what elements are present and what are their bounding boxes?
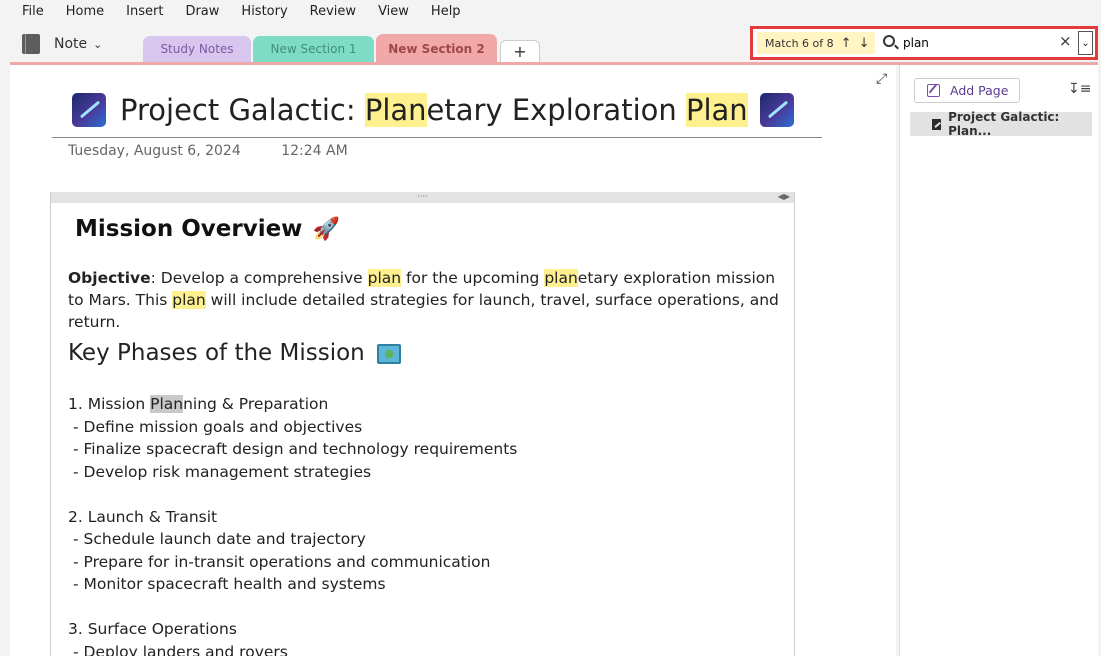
map-icon (376, 343, 401, 364)
page-datetime: Tuesday, August 6, 2024 12:24 AM (68, 143, 348, 159)
menu-bar: File Home Insert Draw History Review Vie… (0, 0, 1101, 22)
galaxy-icon (759, 93, 794, 127)
search-highlight: Plan (364, 93, 427, 127)
menu-home[interactable]: Home (55, 4, 115, 19)
search-highlight: plan (172, 291, 206, 309)
note-drag-handle[interactable]: ···· ◀▶ (51, 192, 794, 203)
text: ning & Preparation (183, 395, 329, 413)
drag-handle-icon: ···· (417, 192, 428, 201)
notebook-selector[interactable]: Note ⌄ (22, 34, 102, 54)
list-item: - Schedule launch date and trajectory (73, 530, 366, 548)
menu-insert[interactable]: Insert (115, 4, 174, 19)
match-count: Match 6 of 8 (765, 36, 834, 50)
list-item: - Develop risk management strategies (73, 462, 372, 481)
current-match-highlight: Plan (150, 395, 184, 413)
list-item: - Deploy landers and rovers (73, 642, 288, 656)
rocket-icon: 🚀 (312, 217, 340, 242)
list-item: 1. Mission Planning & Preparation (68, 393, 517, 416)
page-canvas[interactable]: ⤢ Project Galactic: Plan etary Explorati… (10, 65, 896, 656)
menu-file[interactable]: File (0, 4, 55, 19)
add-section-button[interactable]: + (500, 40, 540, 62)
list-item: 3. Surface Operations (68, 620, 237, 638)
next-match-icon[interactable]: ↓ (859, 36, 870, 51)
list-item: - Monitor spacecraft health and systems (73, 575, 386, 593)
mission-heading: Mission Overview 🚀 (75, 216, 340, 242)
search-highlight: plan (544, 269, 578, 287)
objective-paragraph: Objective: Develop a comprehensive plan … (68, 267, 788, 333)
text: 1. Mission (68, 395, 151, 413)
page-date: Tuesday, August 6, 2024 (68, 143, 241, 159)
phases-list: 1. Mission Planning & Preparation - Defi… (68, 393, 517, 656)
page-time: 12:24 AM (281, 143, 348, 159)
page-list-item-label: Project Galactic: Plan... (948, 110, 1060, 138)
clear-search-icon[interactable]: × (1059, 32, 1072, 50)
title-text-1: Project Galactic: (120, 93, 365, 127)
match-indicator: Match 6 of 8 ↑ ↓ (757, 32, 875, 54)
mission-heading-text: Mission Overview (75, 216, 303, 242)
tab-study-notes[interactable]: Study Notes (143, 36, 251, 62)
expand-icon[interactable]: ⤢ (876, 71, 887, 87)
list-item: 2. Launch & Transit (68, 507, 218, 526)
list-item: - Define mission goals and objectives (73, 417, 363, 436)
previous-match-icon[interactable]: ↑ (841, 36, 852, 51)
title-divider (52, 137, 822, 138)
page-title[interactable]: Project Galactic: Plan etary Exploration… (72, 93, 794, 127)
chevron-down-icon: ⌄ (93, 37, 103, 51)
text: for the upcoming (401, 269, 545, 287)
menu-history[interactable]: History (230, 4, 298, 19)
tab-new-section-2[interactable]: New Section 2 (376, 34, 497, 64)
sort-icon[interactable]: ↧≡ (1068, 81, 1091, 97)
notebook-icon (22, 34, 40, 54)
page-list-item[interactable]: Project Galactic: Plan... (910, 110, 1092, 138)
search-bar: Match 6 of 8 ↑ ↓ × ⌄ (750, 26, 1098, 60)
add-page-button[interactable]: Add Page (914, 78, 1020, 103)
note-container[interactable]: ···· ◀▶ Mission Overview 🚀 Objective: Dev… (50, 192, 795, 656)
list-item: - Finalize spacecraft design and technol… (73, 440, 518, 458)
phases-heading-text: Key Phases of the Mission (68, 340, 365, 366)
pages-panel: Add Page ↧≡ Project Galactic: Plan... (899, 65, 1098, 656)
search-highlight: plan (367, 269, 402, 287)
search-icon (883, 35, 895, 47)
search-input[interactable] (903, 32, 1053, 54)
phases-heading: Key Phases of the Mission (68, 340, 401, 366)
menu-review[interactable]: Review (299, 4, 367, 19)
galaxy-icon (72, 93, 106, 127)
menu-help[interactable]: Help (420, 4, 472, 19)
text: : Develop a comprehensive (150, 269, 368, 287)
objective-label: Objective (68, 269, 151, 287)
notebook-label: Note (54, 36, 88, 52)
menu-view[interactable]: View (367, 4, 420, 19)
title-text-2: etary Exploration (426, 93, 686, 127)
tab-new-section-1[interactable]: New Section 1 (253, 36, 374, 62)
search-scope-dropdown[interactable]: ⌄ (1078, 31, 1093, 55)
add-page-icon (927, 84, 940, 97)
search-highlight: Plan (685, 93, 748, 127)
add-page-label: Add Page (950, 83, 1009, 98)
menu-draw[interactable]: Draw (174, 4, 230, 19)
page-icon (932, 118, 942, 130)
list-item: - Prepare for in-transit operations and … (73, 552, 491, 571)
resize-arrows-icon[interactable]: ◀▶ (778, 192, 790, 201)
